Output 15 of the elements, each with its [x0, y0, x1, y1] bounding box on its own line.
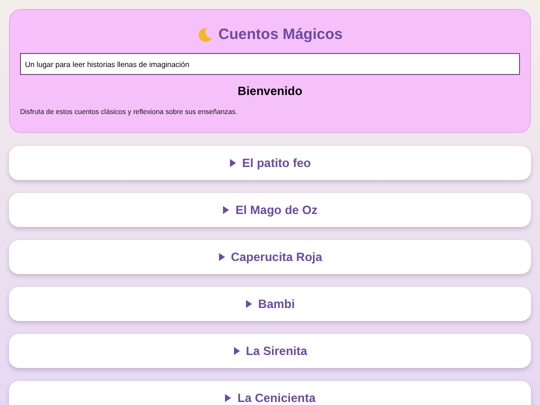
triangle-icon	[229, 159, 238, 167]
app-title: Cuentos Mágicos	[218, 26, 343, 43]
story-toggle[interactable]: El patito feo	[9, 146, 531, 180]
story-toggle[interactable]: La Sirenita	[9, 334, 531, 368]
moon-icon	[197, 26, 214, 42]
welcome-heading: Bienvenido	[236, 84, 304, 98]
story-toggle[interactable]: Caperucita Roja	[9, 240, 531, 274]
story-toggle[interactable]: Bambi	[9, 287, 531, 321]
story-toggle[interactable]: La Cenicienta	[9, 381, 531, 405]
triangle-icon	[222, 206, 230, 214]
story-toggle[interactable]: El Mago de Oz	[9, 193, 531, 227]
triangle-icon	[224, 394, 232, 402]
triangle-icon	[232, 347, 241, 355]
triangle-icon	[245, 300, 254, 308]
triangle-icon	[218, 253, 226, 261]
